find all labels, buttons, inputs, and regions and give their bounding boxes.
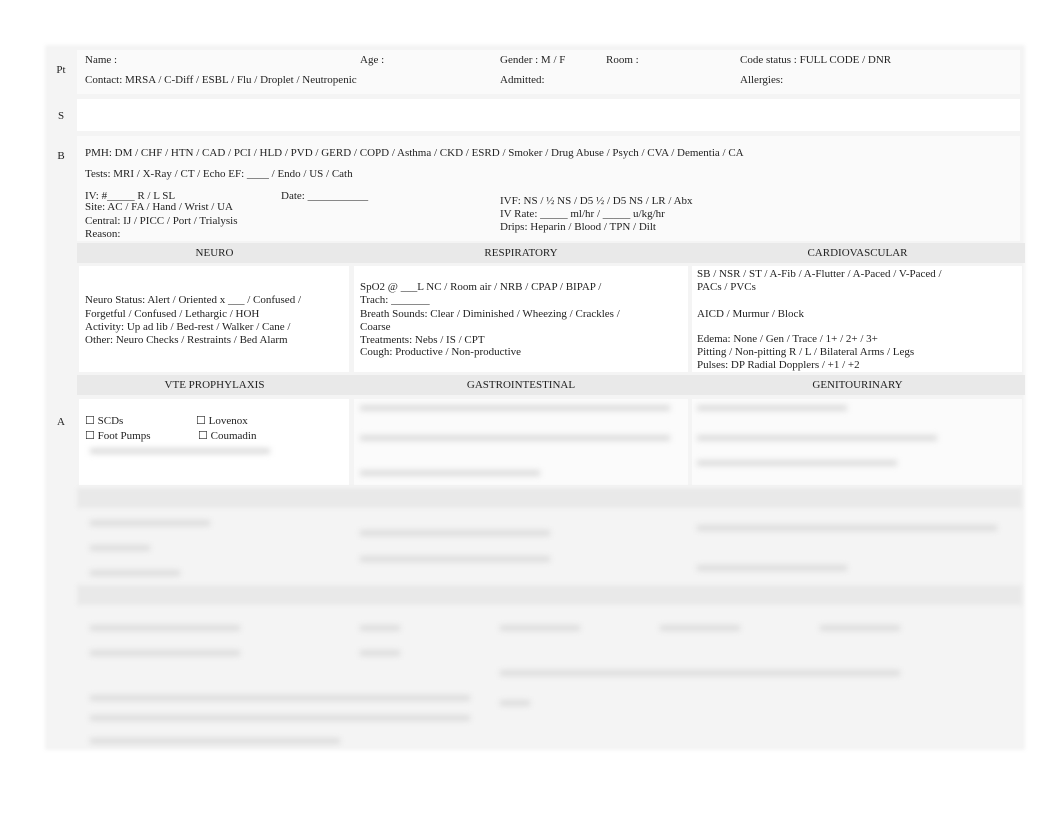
age-field: Age : [360,54,385,66]
code-status-field: Code status : FULL CODE / DNR [740,54,892,66]
row-label-pt: Pt [56,64,66,76]
row-label-b: B [57,150,65,162]
resp-coarse: Coarse [360,321,391,333]
ivf-field: IVF: NS / ½ NS / D5 ½ / D5 NS / LR / Abx [500,195,693,207]
row-label-s: S [57,110,65,122]
s-row [77,99,1020,131]
neuro-status: Neuro Status: Alert / Oriented x ___ / C… [85,294,301,306]
vte-header: VTE PROPHYLAXIS [77,375,352,395]
cardio-pulses: Pulses: DP Radial Dopplers / +1 / +2 [697,359,860,371]
iv-rate-field: IV Rate: _____ ml/hr / _____ u/kg/hr [500,208,665,220]
gender-field: Gender : M / F [500,54,566,66]
reason-field: Reason: [85,228,121,240]
cardio-pitting: Pitting / Non-pitting R / L / Bilateral … [697,346,915,358]
resp-breath-sounds: Breath Sounds: Clear / Diminished / Whee… [360,308,620,320]
row-label-a: A [57,416,65,428]
contact-field: Contact: MRSA / C-Diff / ESBL / Flu / Dr… [85,74,357,86]
gu-header: GENITOURINARY [690,375,1025,395]
gu-cell [692,399,1022,485]
cardio-rhythm: SB / NSR / ST / A-Fib / A-Flutter / A-Pa… [697,268,942,280]
drips-field: Drips: Heparin / Blood / TPN / Dilt [500,221,656,233]
lovenox-checkbox[interactable]: ☐ Lovenox [196,414,248,427]
tests-field: Tests: MRI / X-Ray / CT / Echo EF: ____ … [85,168,353,180]
neuro-activity: Activity: Up ad lib / Bed-rest / Walker … [85,321,291,333]
gi-header: GASTROINTESTINAL [352,375,690,395]
name-field: Name : [85,54,118,66]
admitted-field: Admitted: [500,74,545,86]
allergies-field: Allergies: [740,74,784,86]
cardiovascular-header: CARDIOVASCULAR [690,243,1025,263]
iv-site-field: Site: AC / FA / Hand / Wrist / UA [85,201,233,213]
resp-spo2: SpO2 @ ___L NC / Room air / NRB / CPAP /… [360,281,602,293]
coumadin-checkbox[interactable]: ☐ Coumadin [198,429,256,442]
cardio-edema: Edema: None / Gen / Trace / 1+ / 2+ / 3+ [697,333,878,345]
neuro-line: Forgetful / Confused / Lethargic / HOH [85,308,260,320]
cardio-pacs: PACs / PVCs [697,281,756,293]
neuro-other: Other: Neuro Checks / Restraints / Bed A… [85,334,288,346]
resp-cough: Cough: Productive / Non-productive [360,346,522,358]
central-line-field: Central: IJ / PICC / Port / Trialysis [85,215,238,227]
respiratory-header: RESPIRATORY [352,243,690,263]
room-field: Room : [606,54,639,66]
resp-trach: Trach: _______ [360,294,430,306]
foot-pumps-checkbox[interactable]: ☐ Foot Pumps [85,429,151,442]
cardio-aicd: AICD / Murmur / Block [697,308,804,320]
neuro-header: NEURO [77,243,352,263]
pmh-field: PMH: DM / CHF / HTN / CAD / PCI / HLD / … [85,147,744,159]
resp-treatments: Treatments: Nebs / IS / CPT [360,334,485,346]
scds-checkbox[interactable]: ☐ SCDs [85,414,123,427]
iv-date-field: Date: ___________ [281,190,369,202]
vte-cell [79,399,349,485]
